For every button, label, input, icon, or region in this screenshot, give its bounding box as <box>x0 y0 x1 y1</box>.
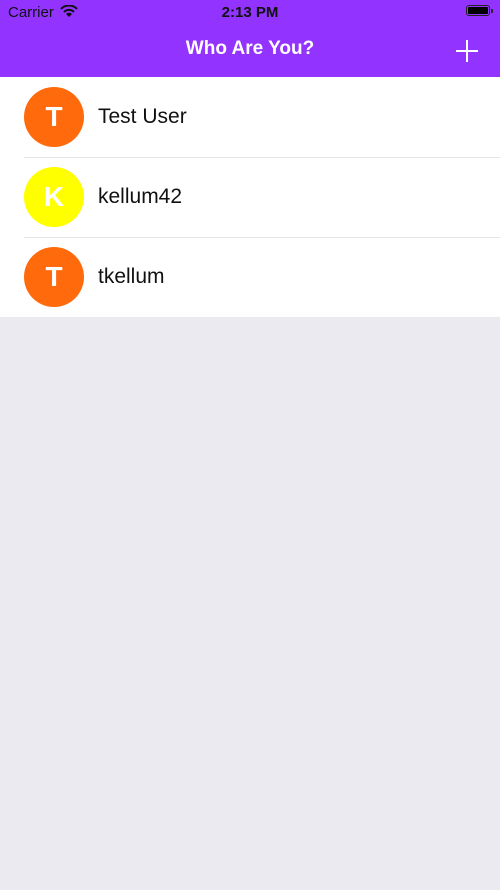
page-title: Who Are You? <box>185 38 315 59</box>
status-bar: Carrier 2:13 PM <box>0 0 500 26</box>
status-time: 2:13 PM <box>221 4 279 21</box>
navigation-bar: Carrier 2:13 PM Who Are You? <box>0 0 500 77</box>
user-list: T Test User K kellum42 T tkellum <box>0 77 500 317</box>
list-item[interactable]: T Test User <box>0 77 500 157</box>
list-item[interactable]: K kellum42 <box>0 157 500 237</box>
user-name: kellum42 <box>98 185 183 208</box>
user-name: tkellum <box>98 265 165 288</box>
avatar: K <box>24 167 84 227</box>
avatar: T <box>24 247 84 307</box>
list-item[interactable]: T tkellum <box>0 237 500 317</box>
battery-full-icon <box>466 5 493 16</box>
add-user-button[interactable] <box>456 40 478 62</box>
user-name: Test User <box>98 105 187 128</box>
avatar: T <box>24 87 84 147</box>
